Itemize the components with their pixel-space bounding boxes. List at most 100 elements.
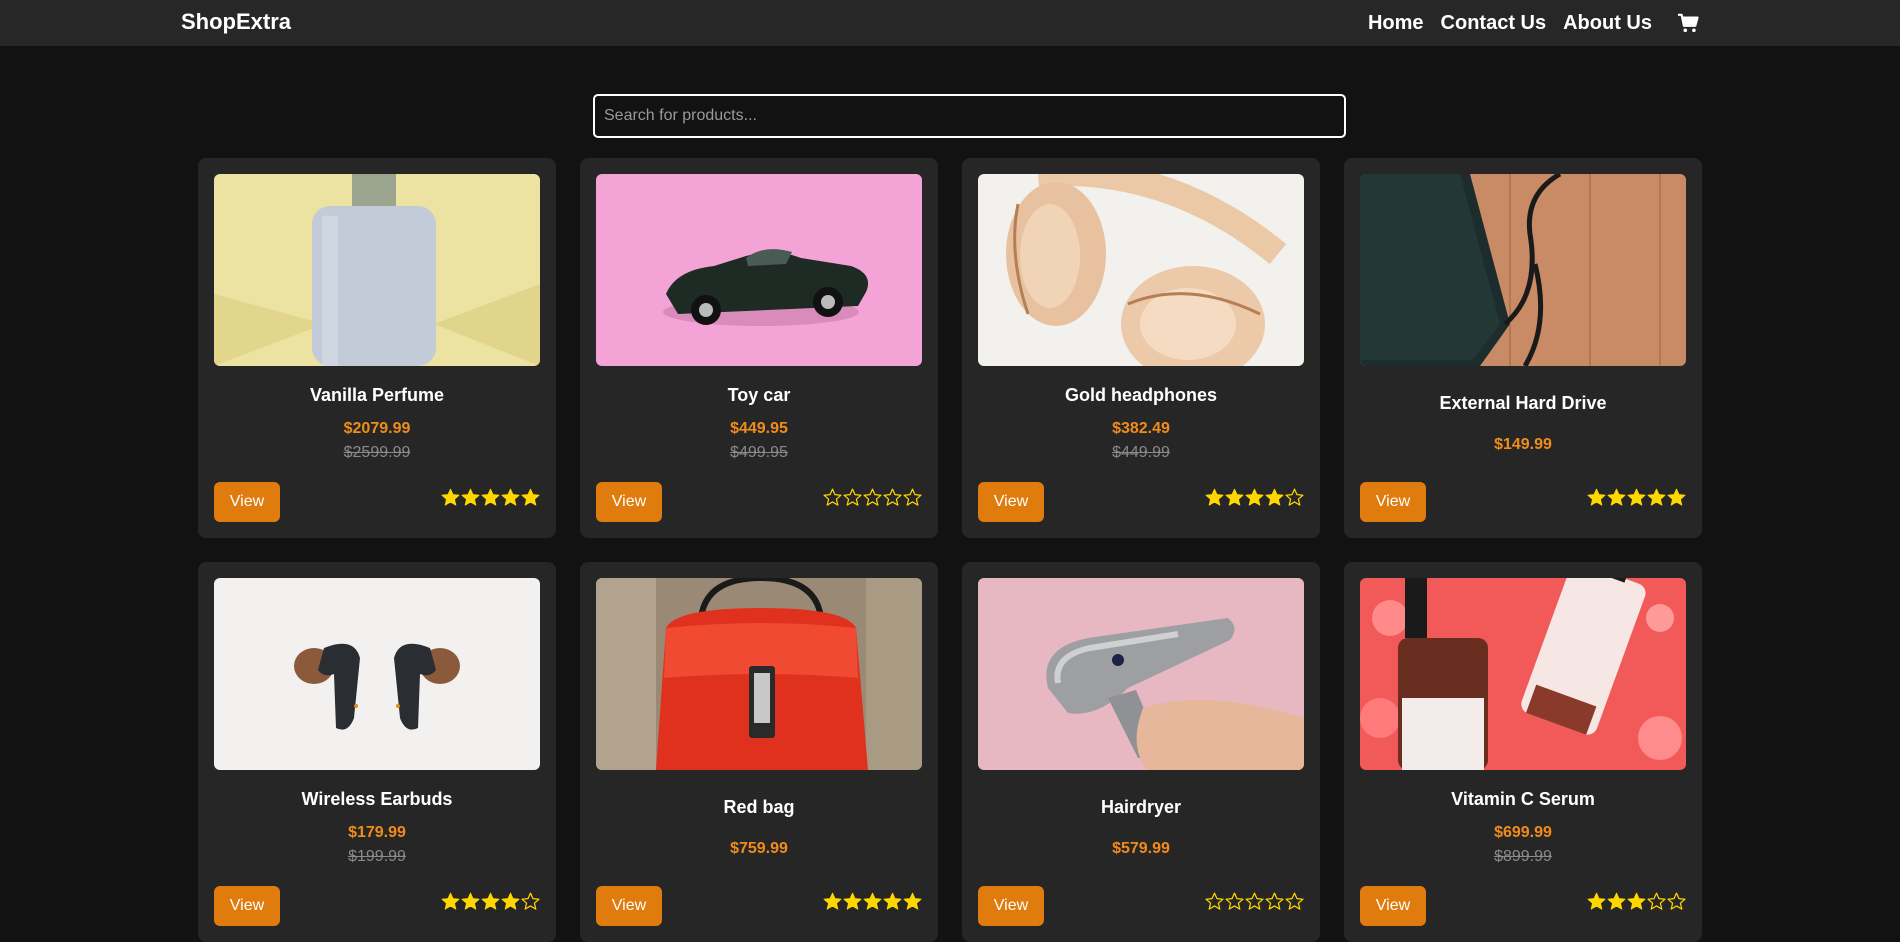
star-empty-icon: [1265, 892, 1284, 910]
star-filled-icon: [1627, 892, 1646, 910]
cart-icon[interactable]: [1677, 13, 1699, 33]
star-filled-icon: [883, 892, 902, 910]
product-card: Gold headphones $382.49 $449.99 View: [962, 158, 1320, 538]
view-button[interactable]: View: [978, 886, 1044, 926]
nav-links: Home Contact Us About Us: [1368, 0, 1699, 46]
view-button[interactable]: View: [214, 886, 280, 926]
rating-stars: [441, 488, 540, 510]
star-filled-icon: [1225, 488, 1244, 506]
product-card: Wireless Earbuds $179.99 $199.99 View: [198, 562, 556, 942]
product-image-headphones[interactable]: [978, 174, 1304, 366]
product-old-price: $899.99: [1494, 848, 1552, 865]
rating-stars: [1587, 892, 1686, 914]
nav-contact-us[interactable]: Contact Us: [1441, 12, 1547, 35]
star-empty-icon: [1647, 892, 1666, 910]
product-card: Hairdryer $579.99 View: [962, 562, 1320, 942]
star-filled-icon: [481, 488, 500, 506]
star-filled-icon: [1587, 892, 1606, 910]
product-image-red-bag[interactable]: [596, 578, 922, 770]
product-image-earbuds[interactable]: [214, 578, 540, 770]
rating-stars: [441, 892, 540, 914]
product-card: Red bag $759.99 View: [580, 562, 938, 942]
star-empty-icon: [843, 488, 862, 506]
rating-stars: [1587, 488, 1686, 510]
product-name: Red bag: [723, 797, 795, 817]
star-filled-icon: [441, 892, 460, 910]
star-empty-icon: [1285, 488, 1304, 506]
product-image-toy-car[interactable]: [596, 174, 922, 366]
product-image-hard-drive[interactable]: [1360, 174, 1686, 366]
product-price: $699.99: [1494, 824, 1552, 841]
star-filled-icon: [1627, 488, 1646, 506]
product-card: Toy car $449.95 $499.95 View: [580, 158, 938, 538]
product-old-price: $199.99: [348, 848, 406, 865]
star-filled-icon: [1205, 488, 1224, 506]
star-filled-icon: [863, 892, 882, 910]
view-button[interactable]: View: [1360, 482, 1426, 522]
view-button[interactable]: View: [1360, 886, 1426, 926]
star-filled-icon: [903, 892, 922, 910]
rating-stars: [1205, 892, 1304, 914]
star-empty-icon: [1667, 892, 1686, 910]
product-card: External Hard Drive $149.99 View: [1344, 158, 1702, 538]
star-filled-icon: [441, 488, 460, 506]
product-image-hairdryer[interactable]: [978, 578, 1304, 770]
product-card: Vanilla Perfume $2079.99 $2599.99 View: [198, 158, 556, 538]
product-price: $759.99: [730, 840, 788, 857]
view-button[interactable]: View: [596, 482, 662, 522]
star-empty-icon: [1225, 892, 1244, 910]
search-box: [593, 94, 1346, 138]
rating-stars: [823, 892, 922, 914]
product-name: Wireless Earbuds: [301, 789, 453, 809]
star-empty-icon: [823, 488, 842, 506]
star-filled-icon: [843, 892, 862, 910]
product-old-price: $2599.99: [343, 444, 411, 461]
product-old-price: $449.99: [1112, 444, 1170, 461]
star-empty-icon: [863, 488, 882, 506]
product-grid: Vanilla Perfume $2079.99 $2599.99 View T…: [198, 158, 1702, 942]
brand-logo[interactable]: ShopExtra: [181, 9, 291, 35]
product-price: $149.99: [1494, 436, 1552, 453]
product-name: Gold headphones: [1064, 385, 1217, 405]
product-name: Vitamin C Serum: [1451, 789, 1595, 809]
star-filled-icon: [1265, 488, 1284, 506]
product-price: $449.95: [730, 420, 788, 437]
star-filled-icon: [1607, 892, 1626, 910]
star-empty-icon: [1285, 892, 1304, 910]
star-filled-icon: [1245, 488, 1264, 506]
star-filled-icon: [481, 892, 500, 910]
nav-about-us[interactable]: About Us: [1563, 12, 1652, 35]
product-price: $382.49: [1112, 420, 1170, 437]
product-image-perfume[interactable]: [214, 174, 540, 366]
star-filled-icon: [1667, 488, 1686, 506]
product-image-serum[interactable]: [1360, 578, 1686, 770]
star-empty-icon: [883, 488, 902, 506]
star-filled-icon: [461, 892, 480, 910]
star-filled-icon: [461, 488, 480, 506]
search-input[interactable]: [595, 96, 1344, 136]
star-filled-icon: [1647, 488, 1666, 506]
star-filled-icon: [501, 892, 520, 910]
star-filled-icon: [1587, 488, 1606, 506]
star-empty-icon: [1245, 892, 1264, 910]
product-old-price: $499.95: [730, 444, 788, 461]
star-empty-icon: [903, 488, 922, 506]
star-filled-icon: [1607, 488, 1626, 506]
product-price: $579.99: [1112, 840, 1170, 857]
view-button[interactable]: View: [596, 886, 662, 926]
view-button[interactable]: View: [978, 482, 1044, 522]
view-button[interactable]: View: [214, 482, 280, 522]
product-price: $179.99: [348, 824, 406, 841]
star-empty-icon: [521, 892, 540, 910]
product-price: $2079.99: [343, 420, 411, 437]
navbar: ShopExtra Home Contact Us About Us: [0, 0, 1900, 46]
product-name: Toy car: [727, 385, 791, 405]
rating-stars: [823, 488, 922, 510]
nav-home[interactable]: Home: [1368, 12, 1424, 35]
star-filled-icon: [521, 488, 540, 506]
product-name: Vanilla Perfume: [309, 385, 445, 405]
product-name: External Hard Drive: [1439, 393, 1607, 413]
product-name: Hairdryer: [1100, 797, 1182, 817]
rating-stars: [1205, 488, 1304, 510]
star-empty-icon: [1205, 892, 1224, 910]
